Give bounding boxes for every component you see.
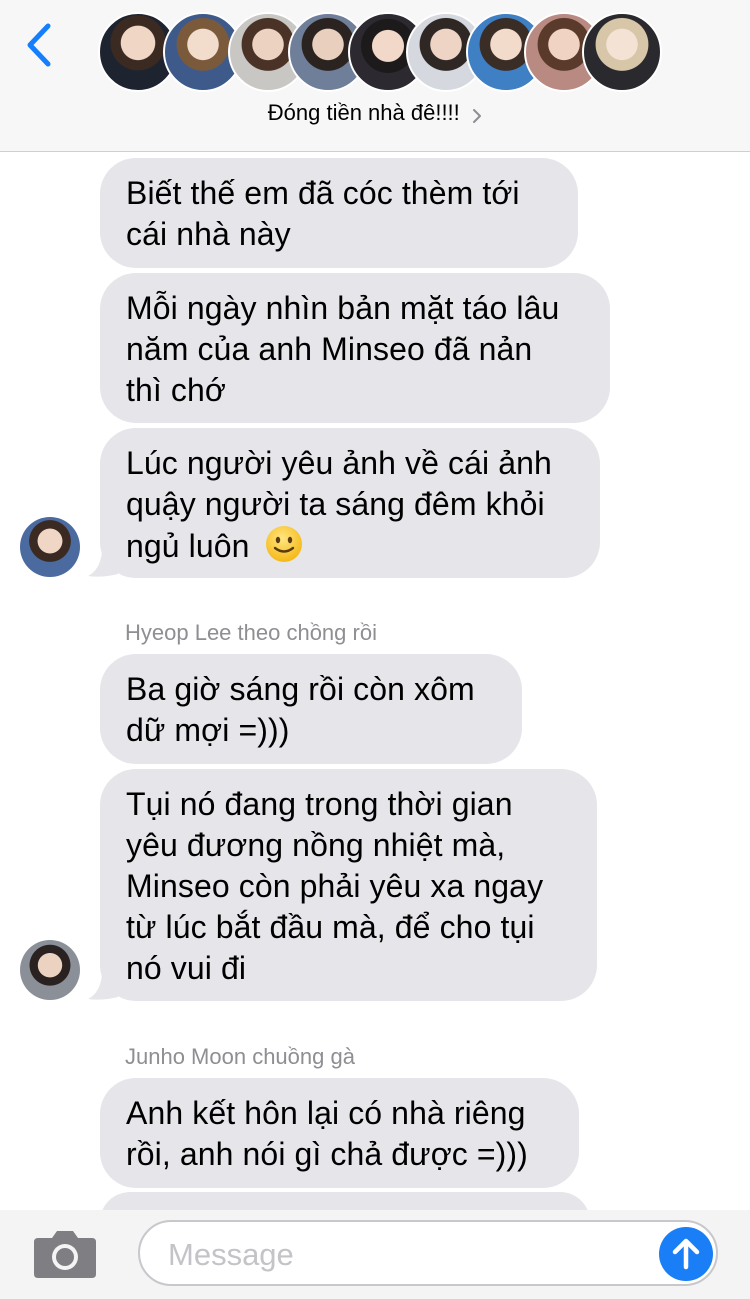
message-line-text: ngủ luôn: [126, 528, 250, 564]
message-bubble[interactable]: Ba giờ sáng rồi còn xôm dữ mợi =))): [100, 654, 522, 764]
sender-name: Hyeop Lee theo chồng rồi: [125, 620, 377, 645]
chevron-right-icon: [473, 108, 482, 123]
compose-bar: [0, 1210, 750, 1299]
message-line: quậy người ta sáng đêm khỏi: [126, 486, 545, 522]
message-bubble[interactable]: Anh kết hôn lại có nhà riêng rồi, anh nó…: [100, 1078, 579, 1188]
message-list[interactable]: Biết thế em đã cóc thèm tới cái nhà này …: [0, 152, 750, 1210]
message-bubble[interactable]: Lúc người yêu ảnh về cái ảnh quậy người …: [100, 428, 600, 578]
message-line: ngủ luôn: [126, 525, 574, 567]
message-bubble[interactable]: Mỗi ngày nhìn bản mặt táo lâu năm của an…: [100, 273, 610, 423]
sender-avatar[interactable]: [20, 940, 80, 1000]
sender-avatar[interactable]: [20, 517, 80, 577]
message-line: Ba giờ sáng rồi còn xôm: [126, 671, 475, 707]
message-line: dữ mợi =))): [126, 712, 290, 748]
camera-button[interactable]: [32, 1228, 98, 1280]
conversation-header: Đóng tiền nhà đê!!!!: [0, 0, 750, 152]
message-line: Mỗi ngày nhìn bản mặt táo lâu: [126, 290, 560, 326]
message-line: Tụi nó đang trong thời gian: [126, 786, 513, 822]
message-line: Minseo còn phải yêu xa ngay: [126, 868, 544, 904]
bubble-tail: [88, 975, 118, 1000]
message-input[interactable]: [166, 1232, 640, 1278]
message-line: yêu đương nồng nhiệt mà,: [126, 827, 506, 863]
chevron-left-icon: [27, 23, 51, 67]
messages-screen: Đóng tiền nhà đê!!!! Biết thế em đã cóc …: [0, 0, 750, 1299]
group-title: Đóng tiền nhà đê!!!!: [267, 100, 460, 125]
back-button[interactable]: [20, 20, 60, 70]
message-line: thì chớ: [126, 372, 226, 408]
message-field[interactable]: [138, 1220, 718, 1286]
message-line: nó vui đi: [126, 950, 247, 986]
message-bubble[interactable]: Biết thế em đã cóc thèm tới cái nhà này: [100, 158, 578, 268]
group-member-avatars[interactable]: [98, 12, 662, 94]
member-avatar: [582, 12, 662, 92]
group-title-button[interactable]: Đóng tiền nhà đê!!!!: [0, 100, 750, 126]
message-bubble[interactable]: Tụi nó đang trong thời gian yêu đương nồ…: [100, 769, 597, 1001]
message-line: Lúc người yêu ảnh về cái ảnh: [126, 445, 552, 481]
bubble-tail: [88, 552, 118, 577]
message-line: Anh kết hôn lại có nhà riêng: [126, 1095, 526, 1131]
message-line: cái nhà này: [126, 216, 291, 252]
message-line: Biết thế em đã cóc thèm tới: [126, 175, 520, 211]
message-line: từ lúc bắt đầu mà, để cho tụi: [126, 909, 535, 945]
message-bubble[interactable]: [100, 1192, 590, 1210]
message-line: rồi, anh nói gì chả được =))): [126, 1136, 528, 1172]
sender-name: Junho Moon chuồng gà: [125, 1044, 355, 1069]
message-line: năm của anh Minseo đã nản: [126, 331, 533, 367]
arrow-up-icon: [672, 1238, 700, 1270]
slightly-smiling-face-icon: [265, 526, 302, 562]
send-button[interactable]: [659, 1227, 713, 1281]
camera-icon: [34, 1231, 96, 1278]
